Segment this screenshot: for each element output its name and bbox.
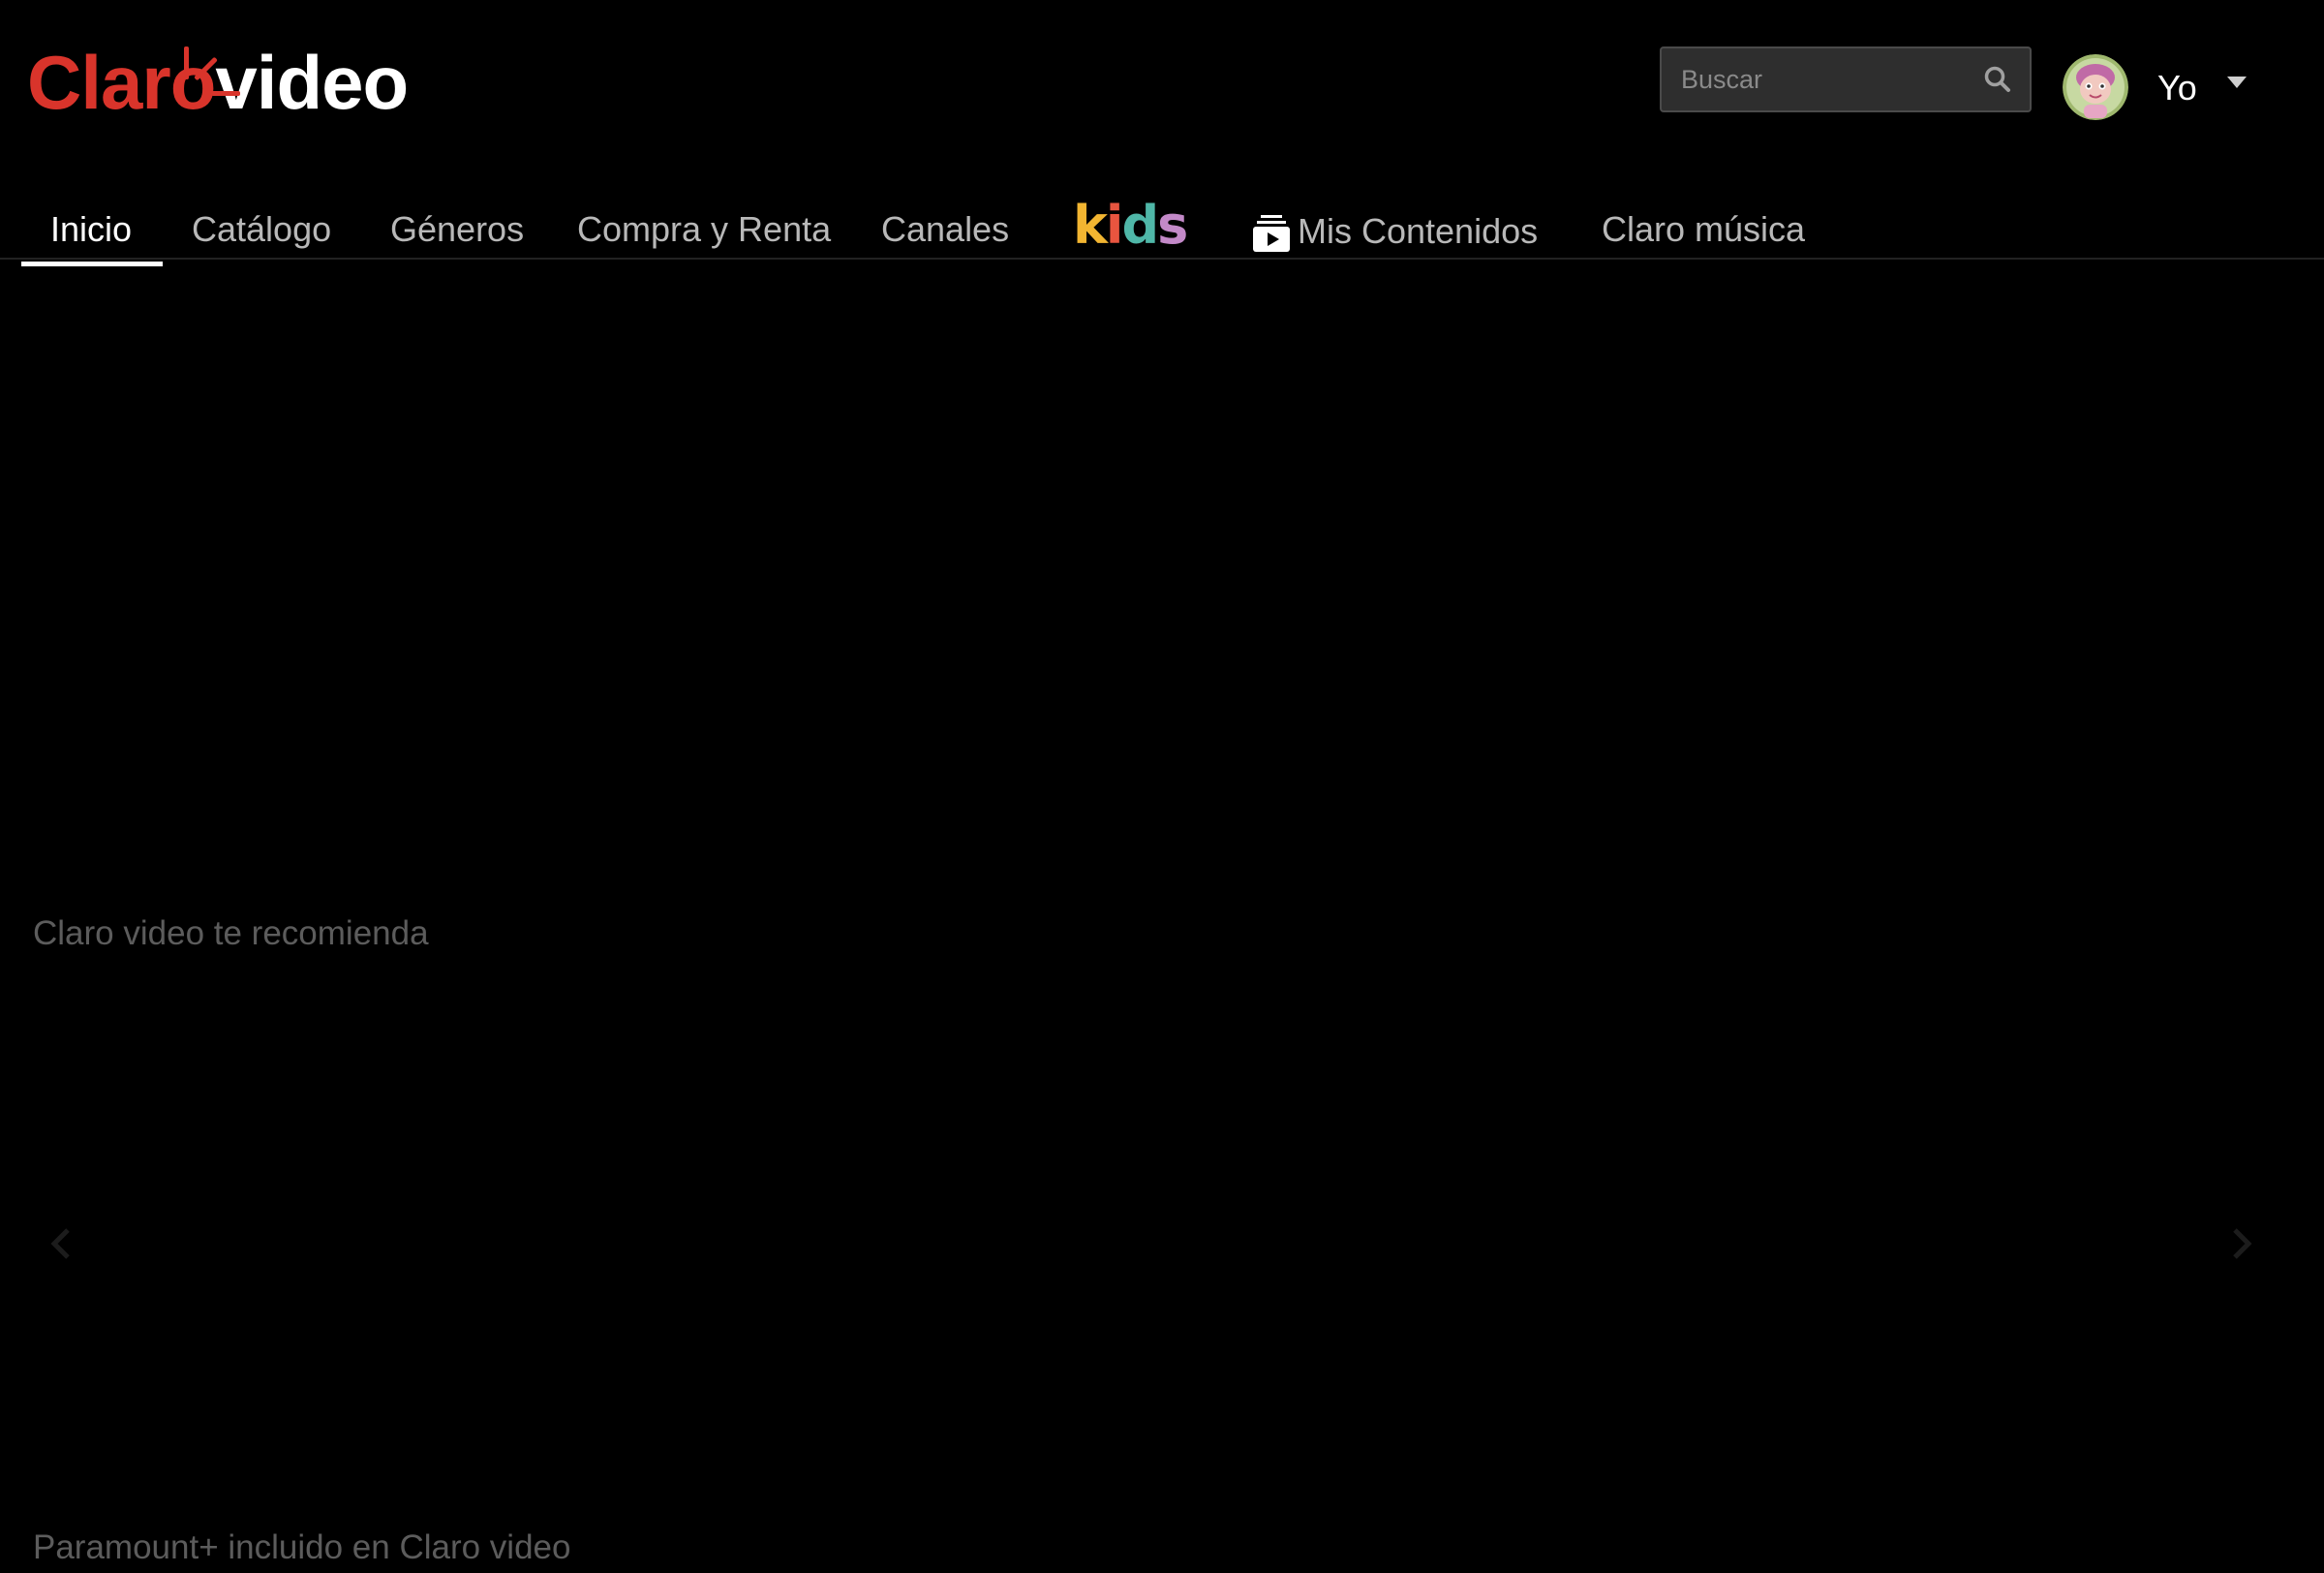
avatar[interactable] — [2063, 54, 2128, 120]
nav-item-inicio[interactable]: Inicio — [50, 209, 132, 250]
claro-video-logo[interactable]: Claro video — [27, 27, 409, 125]
nav-item-canales[interactable]: Canales — [881, 209, 1009, 250]
main-nav: Inicio Catálogo Géneros Compra y Renta C… — [0, 194, 2324, 266]
play-stack-icon — [1253, 215, 1290, 252]
nav-item-mis-contenidos[interactable]: Mis Contenidos — [1251, 209, 1538, 254]
search-box — [1660, 46, 2032, 112]
chevron-left-icon[interactable] — [46, 1224, 76, 1263]
logo-product: video — [215, 40, 409, 125]
search-input[interactable] — [1662, 48, 1972, 110]
page: Claro video Yo Inicio — [0, 0, 2324, 1573]
nav-item-label: Mis Contenidos — [1298, 211, 1539, 251]
nav-item-generos[interactable]: Géneros — [390, 209, 524, 250]
nav-item-catalogo[interactable]: Catálogo — [192, 209, 331, 250]
user-name[interactable]: Yo — [2157, 68, 2197, 108]
nav-item-claro-musica[interactable]: Claro música — [1602, 209, 1805, 250]
section-title-recomendaciones: Claro video te recomienda — [33, 914, 429, 952]
section-title-paramount: Paramount+ incluido en Claro video — [33, 1528, 571, 1566]
chevron-down-icon[interactable] — [2227, 77, 2247, 88]
nav-item-kids[interactable]: kids — [1073, 198, 1188, 252]
nav-item-compra-y-renta[interactable]: Compra y Renta — [577, 209, 831, 250]
chevron-right-icon[interactable] — [2227, 1224, 2256, 1263]
active-tab-indicator — [21, 262, 163, 266]
search-icon[interactable] — [1983, 65, 2012, 94]
